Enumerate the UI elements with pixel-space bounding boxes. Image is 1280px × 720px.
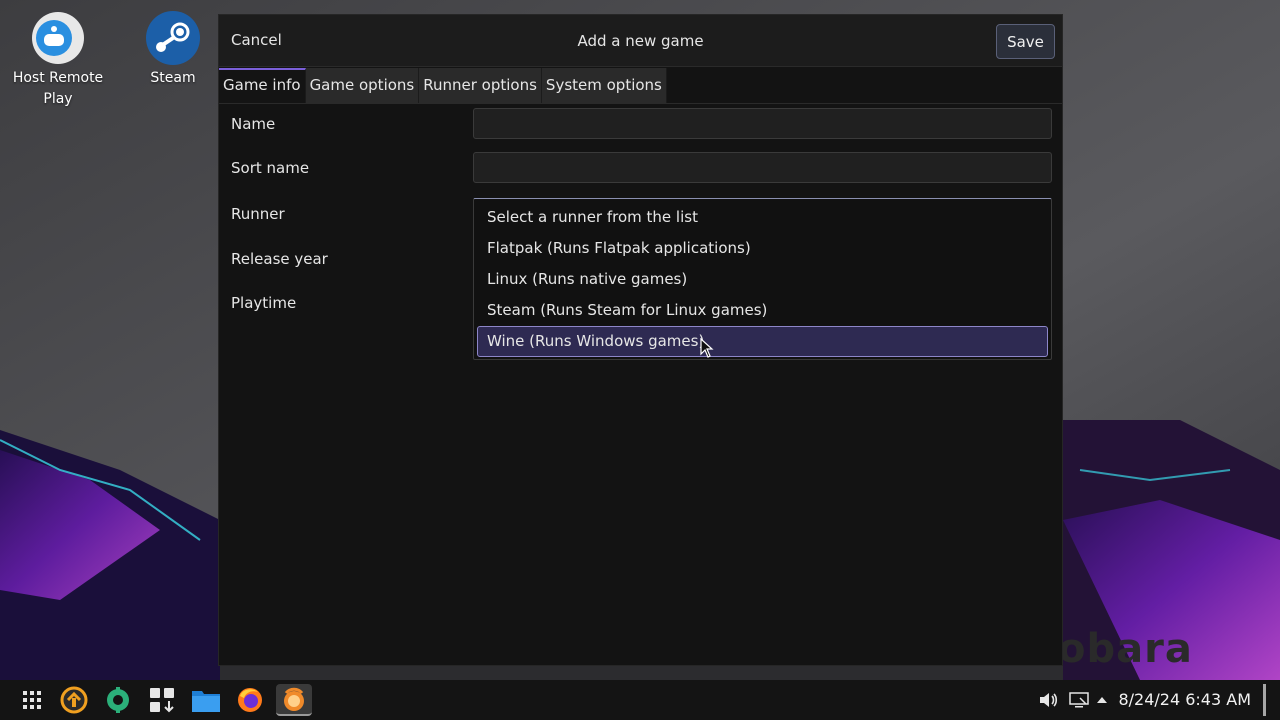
runner-option[interactable]: Steam (Runs Steam for Linux games) [477, 295, 1048, 326]
tray-expand-button[interactable] [1090, 684, 1114, 716]
cancel-button[interactable]: Cancel [231, 31, 282, 49]
runner-dropdown-list: Select a runner from the list Flatpak (R… [473, 198, 1052, 360]
tab-divider [219, 103, 1062, 104]
add-game-dialog: Cancel Add a new game Save Game info Gam… [218, 14, 1063, 666]
taskbar-app-grid-button[interactable] [144, 684, 180, 716]
display-icon [1069, 692, 1089, 708]
release-year-label: Release year [231, 250, 328, 268]
taskbar-update-button[interactable] [56, 684, 92, 716]
taskbar-files-button[interactable] [188, 684, 224, 716]
taskbar-lutris-button[interactable] [276, 684, 312, 716]
desktop-icon-host-remote-play[interactable]: Host Remote Play [3, 10, 113, 110]
show-desktop-button[interactable] [1263, 684, 1266, 716]
remote-play-icon [32, 12, 84, 64]
taskbar-firefox-button[interactable] [232, 684, 268, 716]
dialog-tabs: Game info Game options Runner options Sy… [219, 68, 667, 103]
runner-label: Runner [231, 205, 285, 223]
tab-game-info[interactable]: Game info [219, 68, 306, 103]
update-icon [60, 686, 88, 714]
playtime-label: Playtime [231, 294, 297, 312]
files-icon [192, 691, 220, 712]
name-input[interactable] [473, 108, 1052, 139]
runner-option[interactable]: Select a runner from the list [477, 202, 1048, 233]
save-button[interactable]: Save [996, 24, 1055, 59]
volume-icon [1040, 693, 1058, 707]
app-launcher-button[interactable] [14, 684, 50, 716]
runner-option[interactable]: Linux (Runs native games) [477, 264, 1048, 295]
firefox-icon [238, 688, 262, 712]
desktop-icon-label: Host Remote Play [12, 70, 104, 107]
taskbar-tools-button[interactable] [100, 684, 136, 716]
dialog-headerbar: Cancel Add a new game Save [219, 15, 1062, 67]
runner-option-selected[interactable]: Wine (Runs Windows games) [477, 326, 1048, 357]
lutris-icon [284, 687, 304, 711]
tab-runner-options[interactable]: Runner options [419, 68, 542, 103]
sort-name-input[interactable] [473, 152, 1052, 183]
tab-system-options[interactable]: System options [541, 68, 667, 103]
app-grid-download-icon [150, 688, 174, 713]
steam-icon [146, 11, 200, 65]
tray-expand-icon [1097, 697, 1107, 703]
wallpaper-watermark: obara [1058, 626, 1193, 672]
taskbar: 8/24/24 6:43 AM [0, 680, 1280, 720]
dialog-title: Add a new game [577, 32, 704, 50]
desktop-icon-steam[interactable]: Steam [118, 10, 228, 89]
name-label: Name [231, 115, 276, 133]
desktop-icon-label: Steam [150, 70, 196, 86]
app-launcher-icon [23, 691, 41, 709]
tab-game-options[interactable]: Game options [305, 68, 420, 103]
tools-icon [107, 687, 129, 713]
sort-name-label: Sort name [231, 159, 310, 177]
mouse-cursor-icon [700, 338, 714, 358]
runner-option[interactable]: Flatpak (Runs Flatpak applications) [477, 233, 1048, 264]
taskbar-clock[interactable]: 8/24/24 6:43 AM [1118, 680, 1251, 720]
